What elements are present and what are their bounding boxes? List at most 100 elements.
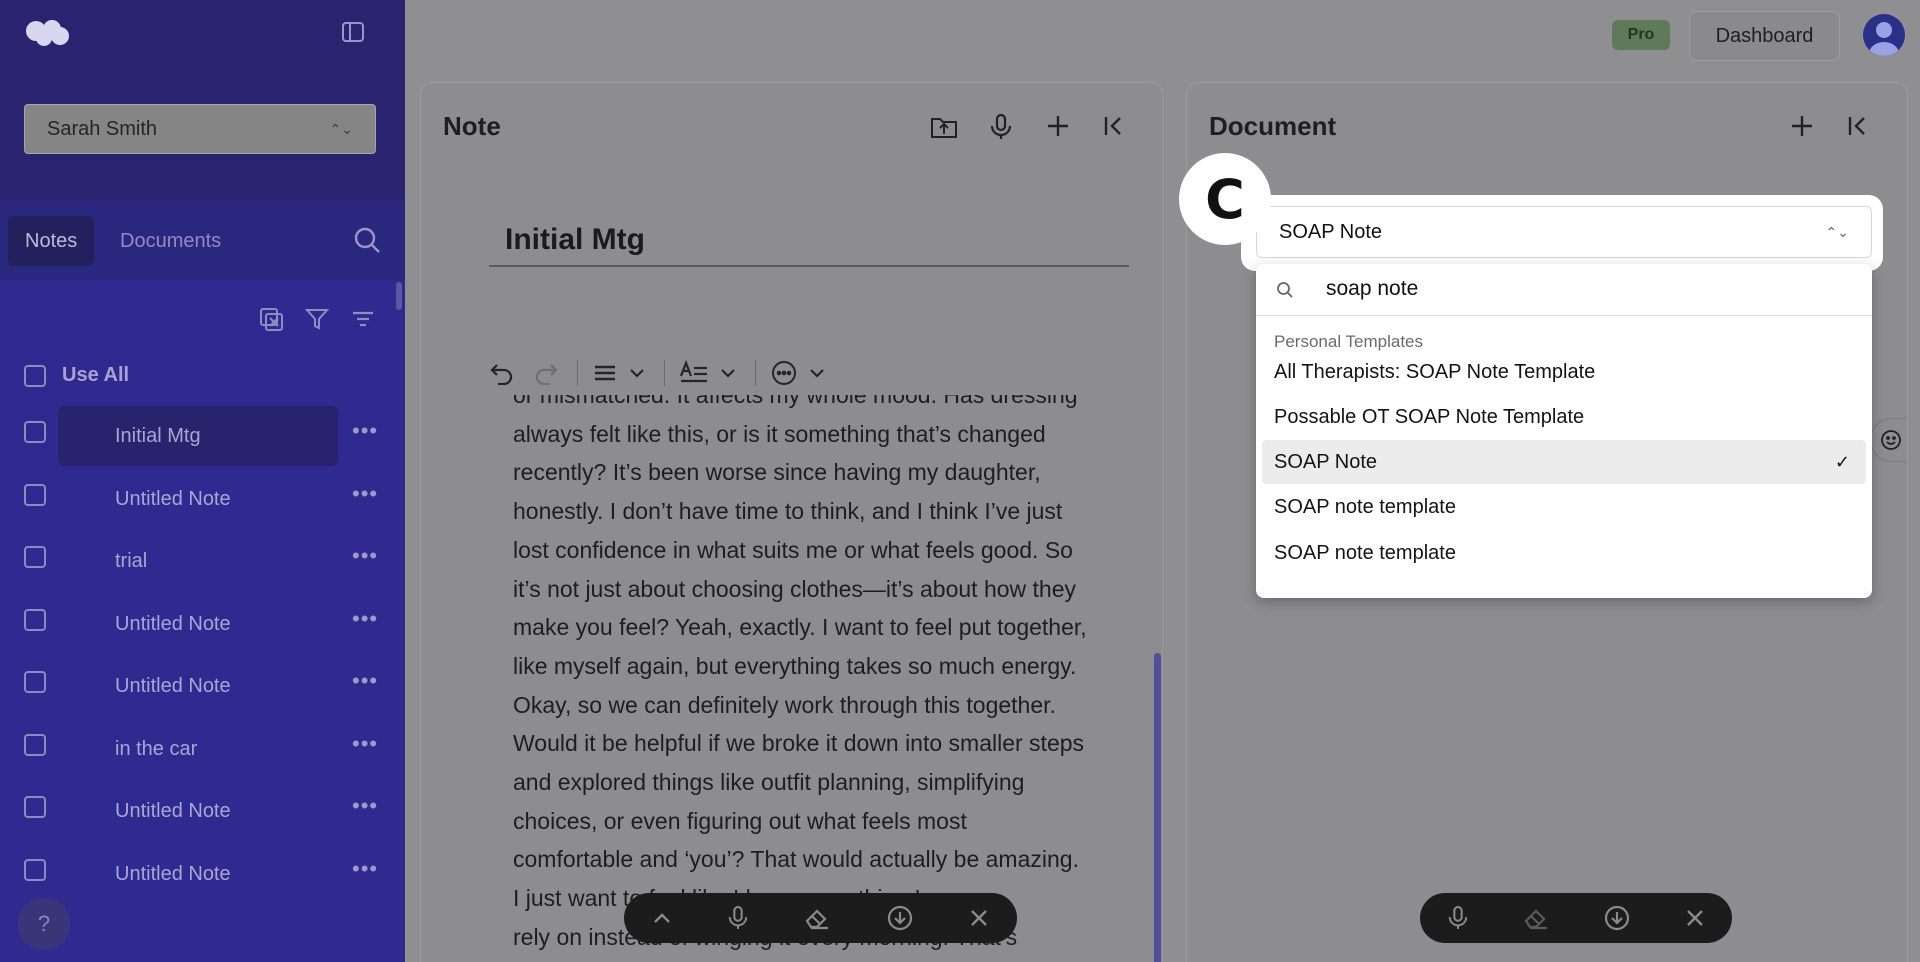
note-title-input[interactable]: Initial Mtg bbox=[489, 223, 1129, 267]
more-options-icon[interactable]: ••• bbox=[352, 543, 378, 569]
tab-notes[interactable]: Notes bbox=[8, 216, 95, 266]
template-select-value: SOAP Note bbox=[1279, 220, 1383, 243]
note-list-item[interactable]: Untitled Note ••• bbox=[0, 840, 405, 900]
more-options-icon[interactable]: ••• bbox=[352, 793, 378, 819]
note-label[interactable]: in the car bbox=[58, 719, 338, 779]
toolbar-divider bbox=[577, 360, 578, 386]
emoji-icon[interactable] bbox=[1870, 418, 1906, 462]
add-icon[interactable] bbox=[1789, 113, 1815, 139]
user-name: Sarah Smith bbox=[47, 117, 158, 140]
redo-icon[interactable] bbox=[533, 361, 559, 385]
more-formatting-dropdown[interactable] bbox=[770, 359, 826, 387]
note-body-editor[interactable]: or mismatched. It affects my whole mood.… bbox=[513, 395, 1123, 962]
upload-folder-icon[interactable] bbox=[929, 113, 959, 141]
sort-icon[interactable] bbox=[350, 306, 376, 332]
note-list-item[interactable]: in the car ••• bbox=[0, 715, 405, 775]
note-scrollbar[interactable] bbox=[1154, 653, 1161, 962]
more-options-icon[interactable]: ••• bbox=[352, 481, 378, 507]
template-option[interactable]: SOAP note template bbox=[1262, 485, 1866, 529]
sidebar-scrollbar[interactable] bbox=[396, 282, 402, 310]
template-search-input[interactable]: soap note bbox=[1326, 277, 1418, 301]
undo-icon[interactable] bbox=[489, 361, 515, 385]
note-body-line: recently? It’s been worse since having m… bbox=[513, 459, 1041, 486]
note-list-item[interactable]: Untitled Note ••• bbox=[0, 777, 405, 837]
tab-documents[interactable]: Documents bbox=[103, 216, 238, 266]
note-label[interactable]: Untitled Note bbox=[58, 844, 338, 904]
eraser-icon[interactable] bbox=[1522, 905, 1550, 931]
note-body-line: always felt like this, or is it somethin… bbox=[513, 420, 1046, 447]
template-option[interactable]: Possable OT SOAP Note Template bbox=[1262, 395, 1866, 439]
document-floating-toolbar bbox=[1420, 893, 1732, 943]
note-checkbox[interactable] bbox=[24, 734, 46, 756]
collapse-panel-icon[interactable] bbox=[1845, 113, 1871, 139]
microphone-icon[interactable] bbox=[989, 113, 1013, 141]
collapse-panel-icon[interactable] bbox=[1101, 113, 1127, 139]
add-icon[interactable] bbox=[1045, 113, 1071, 139]
menu-group-label: Personal Templates bbox=[1274, 332, 1423, 351]
align-dropdown[interactable] bbox=[592, 361, 646, 385]
clear-selection-icon[interactable] bbox=[258, 306, 284, 332]
note-checkbox[interactable] bbox=[24, 484, 46, 506]
chevron-down-icon bbox=[810, 369, 824, 378]
template-option[interactable]: SOAP note template bbox=[1262, 531, 1866, 575]
note-body-line: or mismatched. It affects my whole mood.… bbox=[513, 395, 1078, 408]
more-options-icon[interactable]: ••• bbox=[352, 606, 378, 632]
user-selector[interactable]: Sarah Smith ⌃⌄ bbox=[24, 104, 376, 154]
chevron-down-icon bbox=[721, 369, 735, 378]
note-body-line: choices, or even figuring out what feels… bbox=[513, 807, 967, 834]
note-label[interactable]: Initial Mtg bbox=[58, 406, 338, 466]
filter-icon[interactable] bbox=[304, 306, 330, 332]
note-label[interactable]: Untitled Note bbox=[58, 656, 338, 716]
note-list-item[interactable]: Untitled Note ••• bbox=[0, 590, 405, 650]
note-label[interactable]: Untitled Note bbox=[58, 469, 338, 529]
note-body-line: Would it be helpful if we broke it down … bbox=[513, 730, 1085, 757]
app-logo[interactable] bbox=[24, 18, 72, 48]
note-list-item[interactable]: trial ••• bbox=[0, 527, 405, 587]
sidebar-toggle-icon[interactable] bbox=[340, 20, 366, 44]
more-options-icon[interactable]: ••• bbox=[352, 856, 378, 882]
download-icon[interactable] bbox=[886, 904, 914, 932]
plan-badge: Pro bbox=[1612, 20, 1670, 50]
more-options-icon[interactable]: ••• bbox=[352, 731, 378, 757]
check-icon: ✓ bbox=[1834, 452, 1850, 472]
note-label[interactable]: Untitled Note bbox=[58, 781, 338, 841]
use-all-checkbox[interactable] bbox=[24, 364, 46, 387]
more-options-icon[interactable]: ••• bbox=[352, 668, 378, 694]
eraser-icon[interactable] bbox=[803, 905, 831, 931]
note-body-line: lost confidence in what suits me or what… bbox=[513, 536, 1073, 563]
note-checkbox[interactable] bbox=[24, 671, 46, 693]
note-checkbox[interactable] bbox=[24, 796, 46, 818]
note-checkbox[interactable] bbox=[24, 421, 46, 443]
text-style-dropdown[interactable] bbox=[679, 360, 737, 386]
template-option-label: SOAP Note bbox=[1274, 451, 1378, 473]
note-checkbox[interactable] bbox=[24, 859, 46, 881]
template-dropdown-menu: soap note Personal Templates All Therapi… bbox=[1256, 264, 1872, 598]
chevron-up-icon[interactable] bbox=[651, 911, 673, 925]
note-list-item[interactable]: Untitled Note ••• bbox=[0, 652, 405, 712]
template-search[interactable]: soap note bbox=[1256, 264, 1872, 316]
note-checkbox[interactable] bbox=[24, 546, 46, 568]
search-icon bbox=[1276, 281, 1294, 299]
note-list-item[interactable]: Initial Mtg ••• bbox=[0, 402, 405, 466]
template-option[interactable]: All Therapists: SOAP Note Template bbox=[1262, 350, 1866, 394]
download-icon[interactable] bbox=[1603, 904, 1631, 932]
dashboard-button[interactable]: Dashboard bbox=[1689, 11, 1840, 61]
close-icon[interactable] bbox=[1684, 907, 1706, 929]
note-label[interactable]: trial bbox=[58, 531, 338, 591]
note-body-line: honestly. I don’t have time to think, an… bbox=[513, 498, 1063, 525]
use-all-checkbox-row[interactable]: Use All bbox=[24, 364, 129, 387]
microphone-icon[interactable] bbox=[1447, 904, 1469, 932]
more-options-icon[interactable]: ••• bbox=[352, 418, 378, 444]
note-label[interactable]: Untitled Note bbox=[58, 594, 338, 654]
chevron-up-down-icon: ⌃⌄ bbox=[1825, 223, 1849, 240]
note-floating-toolbar bbox=[624, 893, 1017, 943]
avatar[interactable] bbox=[1863, 14, 1905, 56]
microphone-icon[interactable] bbox=[727, 904, 749, 932]
search-icon[interactable] bbox=[353, 226, 381, 254]
close-icon[interactable] bbox=[968, 907, 990, 929]
template-option-selected[interactable]: SOAP Note ✓ bbox=[1262, 440, 1866, 484]
template-select[interactable]: SOAP Note ⌃⌄ bbox=[1256, 206, 1872, 258]
help-button[interactable]: ? bbox=[18, 898, 70, 950]
note-list-item[interactable]: Untitled Note ••• bbox=[0, 465, 405, 525]
note-checkbox[interactable] bbox=[24, 609, 46, 631]
